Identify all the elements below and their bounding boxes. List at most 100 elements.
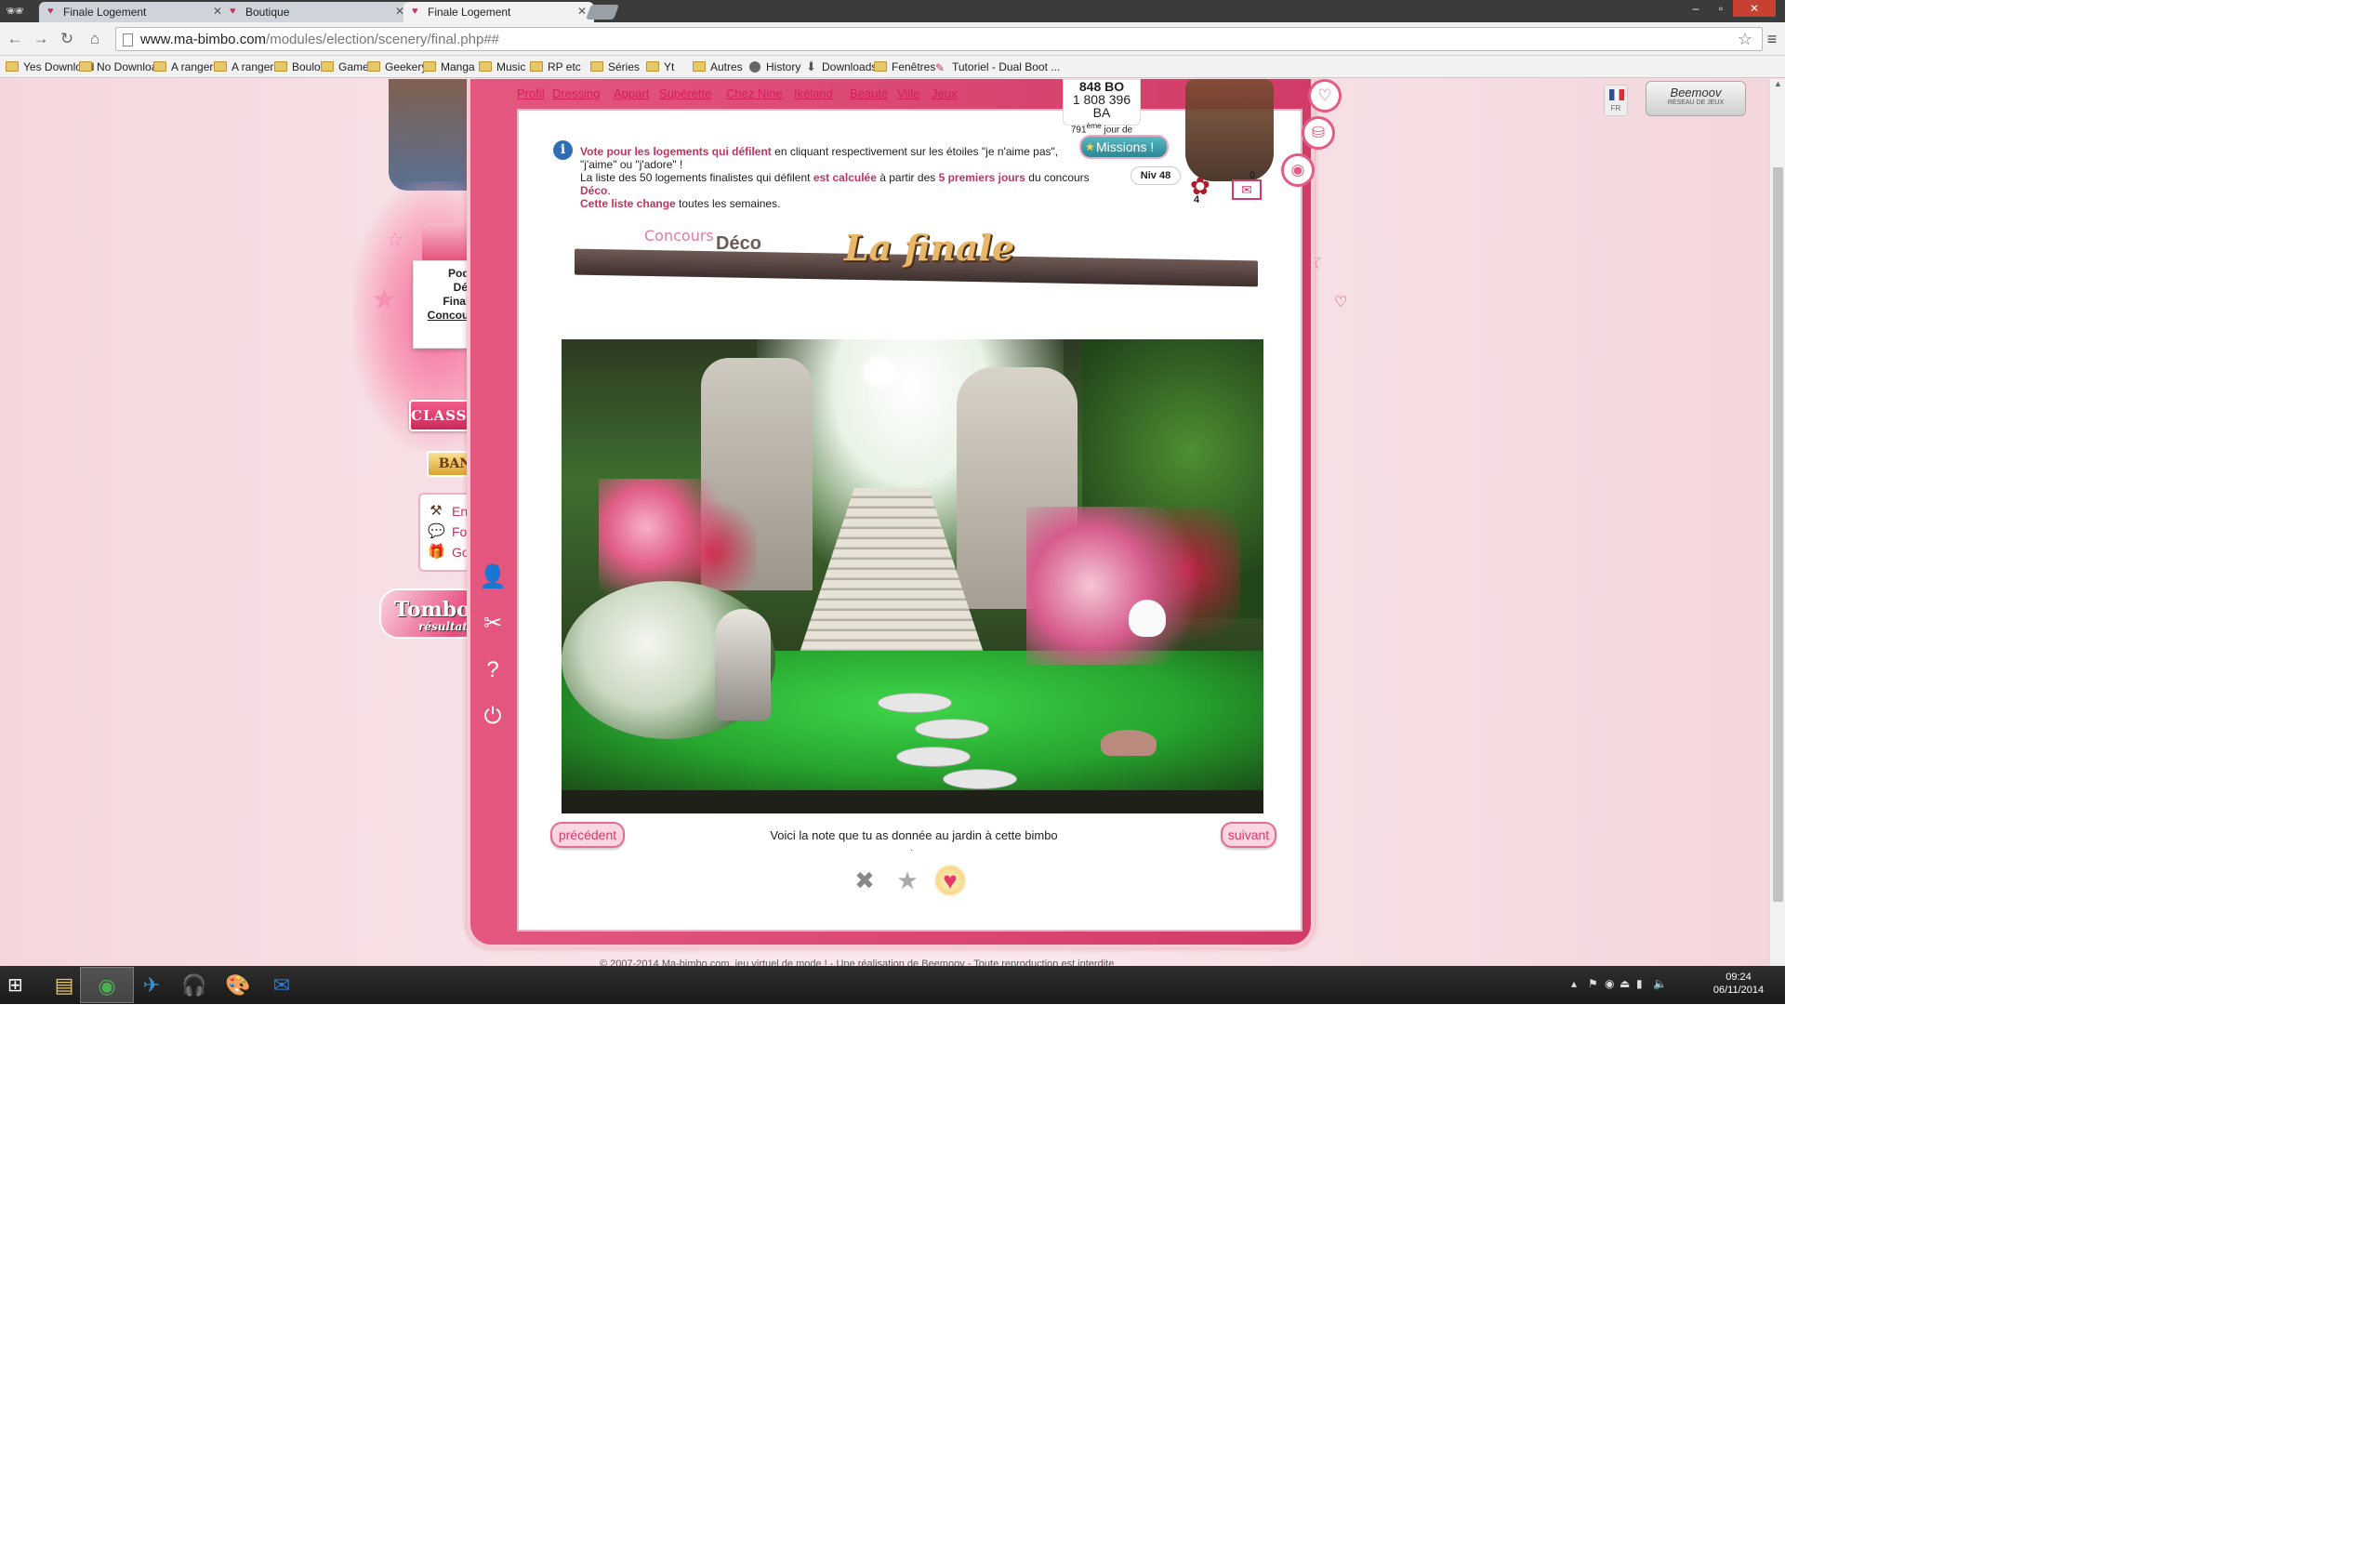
bookmark-boulot[interactable]: Boulot (274, 59, 324, 74)
bookmark-series[interactable]: Séries (590, 59, 640, 74)
info-highlight: Vote pour les logements qui défilent (580, 145, 772, 158)
bookmark-label: Tutoriel - Dual Boot ... (952, 60, 1061, 73)
scroll-up-arrow-icon[interactable]: ▲ (1770, 79, 1785, 92)
bookmark-history[interactable]: History (748, 59, 800, 74)
volume-icon[interactable]: 🔈 (1653, 977, 1667, 990)
tab-boutique[interactable]: ♥ Boutique ✕ (221, 2, 412, 22)
bookmark-no-download[interactable]: No Download (79, 59, 164, 74)
bookmark-rp-etc[interactable]: RP etc (530, 59, 581, 74)
ma-bimbo-favicon-icon: ♥ (412, 6, 418, 17)
bookmark-geekery[interactable]: Geekery (367, 59, 427, 74)
bookmark-star-icon[interactable]: ☆ (1738, 30, 1752, 49)
beemoov-network-link[interactable]: Beemoov RÉSEAU DE JEUX (1646, 81, 1746, 116)
info-icon: i (553, 140, 573, 160)
missions-button[interactable]: ★ Missions ! (1079, 135, 1169, 159)
stone (878, 693, 952, 713)
bookmark-fenetres[interactable]: Fenêtres (874, 59, 935, 74)
ma-bimbo-favicon-icon: ♥ (47, 6, 54, 17)
tab-title: Boutique (245, 6, 290, 19)
currency-box: 848 BO 1 808 396 BA 791ème jour de jeu (1063, 79, 1141, 148)
close-window-icon[interactable]: ✕ (1733, 0, 1776, 17)
rating-stars: ✖ ★ ♥ (849, 859, 979, 902)
shopping-bag-icon[interactable]: ⛁ (1302, 116, 1335, 150)
home-icon[interactable]: ⌂ (86, 30, 104, 48)
france-flag-icon (1609, 89, 1624, 100)
bookmark-music[interactable]: Music (479, 59, 525, 74)
address-bar[interactable]: www.ma-bimbo.com/modules/election/scener… (115, 27, 1763, 51)
nav-dressing[interactable]: Dressing (552, 86, 600, 100)
stone (896, 747, 971, 767)
mail-icon[interactable]: ✉ (255, 967, 309, 1003)
like-star-icon[interactable]: ★ (892, 865, 923, 896)
page-scrollbar[interactable]: ▲ (1769, 79, 1785, 966)
nav-jeux[interactable]: Jeux (932, 86, 957, 100)
nav-appart[interactable]: Appart (614, 86, 649, 100)
cake-icon[interactable]: ◉ (1281, 153, 1315, 187)
main-navigation: Profil Dressing Appart Supérette Chez Ni… (517, 85, 1084, 105)
logout-icon[interactable]: ⏻ (478, 702, 508, 732)
network-signal-icon[interactable]: ▮ (1636, 977, 1643, 990)
usb-icon[interactable]: ⏏ (1620, 977, 1630, 990)
mail-counter[interactable]: ✉ 0 (1232, 170, 1265, 205)
windows-taskbar: ⊞ ▤ ◉ ✈ 🎧 🎨 ✉ ▴ ⚑ ◉ ⏏ ▮ 🔈 09:24 06/11/20… (0, 966, 1785, 1004)
dislike-star-icon[interactable]: ✖ (849, 865, 880, 896)
bookmark-manga[interactable]: Manga (423, 59, 475, 74)
gifts-counter[interactable]: ✿ 4 (1184, 172, 1222, 209)
content-panel: i Vote pour les logements qui défilent e… (517, 109, 1302, 932)
scroll-thumb[interactable] (1773, 167, 1783, 902)
nav-chez-nine[interactable]: Chez Nine (726, 86, 783, 100)
action-center-flag-icon[interactable]: ⚑ (1588, 977, 1598, 990)
love-heart-star-icon[interactable]: ♥ (934, 865, 966, 896)
bookmark-a-ranger-2[interactable]: A ranger 2 (214, 59, 283, 74)
nav-ikeland[interactable]: Ikéland (794, 86, 833, 100)
quick-icons-column: 👤 ✂ ? ⏻ (478, 562, 508, 804)
back-arrow-icon[interactable]: ← (6, 30, 24, 48)
next-button[interactable]: suivant (1221, 822, 1276, 848)
show-hidden-icons-icon[interactable]: ▴ (1571, 977, 1577, 990)
folder-icon (479, 61, 492, 72)
chrome-menu-icon[interactable]: ≡ (1763, 30, 1781, 48)
windows-start-icon[interactable]: ⊞ (7, 975, 28, 996)
bookmark-yt[interactable]: Yt (646, 59, 674, 74)
nav-superette[interactable]: Supérette (659, 86, 711, 100)
tab-finale-logement-1[interactable]: ♥ Finale Logement ✕ (39, 2, 230, 22)
new-tab-button[interactable] (586, 5, 619, 20)
page-icon: ✎ (935, 61, 945, 74)
tab-finale-logement-active[interactable]: ♥ Finale Logement ✕ (403, 2, 594, 22)
chrome-profile-icon[interactable]: 🕶 (6, 2, 39, 20)
previous-button[interactable]: précédent (550, 822, 625, 848)
minimize-window-icon[interactable]: – (1684, 0, 1708, 17)
nav-ville[interactable]: Ville (897, 86, 919, 100)
info-text-part: toutes les semaines. (675, 197, 781, 210)
bookmark-tutoriel-dual-boot[interactable]: ✎ Tutoriel - Dual Boot ... (934, 59, 1060, 74)
ba-balance: 1 808 396 BA (1072, 92, 1131, 120)
player-avatar[interactable] (1185, 79, 1274, 181)
bo-balance: 848 BO (1078, 79, 1125, 94)
nav-profil[interactable]: Profil (517, 86, 545, 100)
clock[interactable]: 09:24 06/11/2014 (1706, 971, 1771, 997)
angel-statue (715, 609, 771, 721)
help-icon[interactable]: ? (478, 655, 508, 685)
heart-decoration-icon: ♡ (1334, 295, 1348, 311)
folder-icon (153, 61, 166, 72)
lips-icon[interactable]: ♡ (1308, 79, 1342, 112)
bookmark-a-ranger-1[interactable]: A ranger 1 (153, 59, 222, 74)
forward-arrow-icon[interactable]: → (32, 30, 50, 48)
bookmark-downloads[interactable]: ⬇ Downloads (804, 59, 877, 74)
close-tab-icon[interactable]: ✕ (577, 5, 587, 18)
bookmark-autres[interactable]: Autres (693, 59, 743, 74)
info-text-part: du concours (1025, 171, 1090, 184)
chrome-tray-icon[interactable]: ◉ (1605, 977, 1614, 990)
beemoov-subtitle: RÉSEAU DE JEUX (1667, 99, 1725, 106)
reload-icon[interactable]: ↻ (58, 30, 76, 48)
maximize-window-icon[interactable]: ▫ (1709, 0, 1733, 17)
nav-beaute[interactable]: Beauté (850, 86, 888, 100)
missions-label: Missions ! (1096, 139, 1155, 154)
info-text-part: à partir des (876, 171, 939, 184)
profile-icon[interactable]: 👤 (478, 562, 508, 592)
web-page: ☆ ★ ☆ ♡ Podium Défilé Finalistes Concour… (0, 79, 1769, 966)
bookmark-label: Yt (664, 60, 675, 73)
ma-bimbo-favicon-icon: ♥ (230, 6, 236, 17)
options-icon[interactable]: ✂ (478, 609, 508, 639)
language-selector[interactable]: FR (1604, 85, 1628, 116)
